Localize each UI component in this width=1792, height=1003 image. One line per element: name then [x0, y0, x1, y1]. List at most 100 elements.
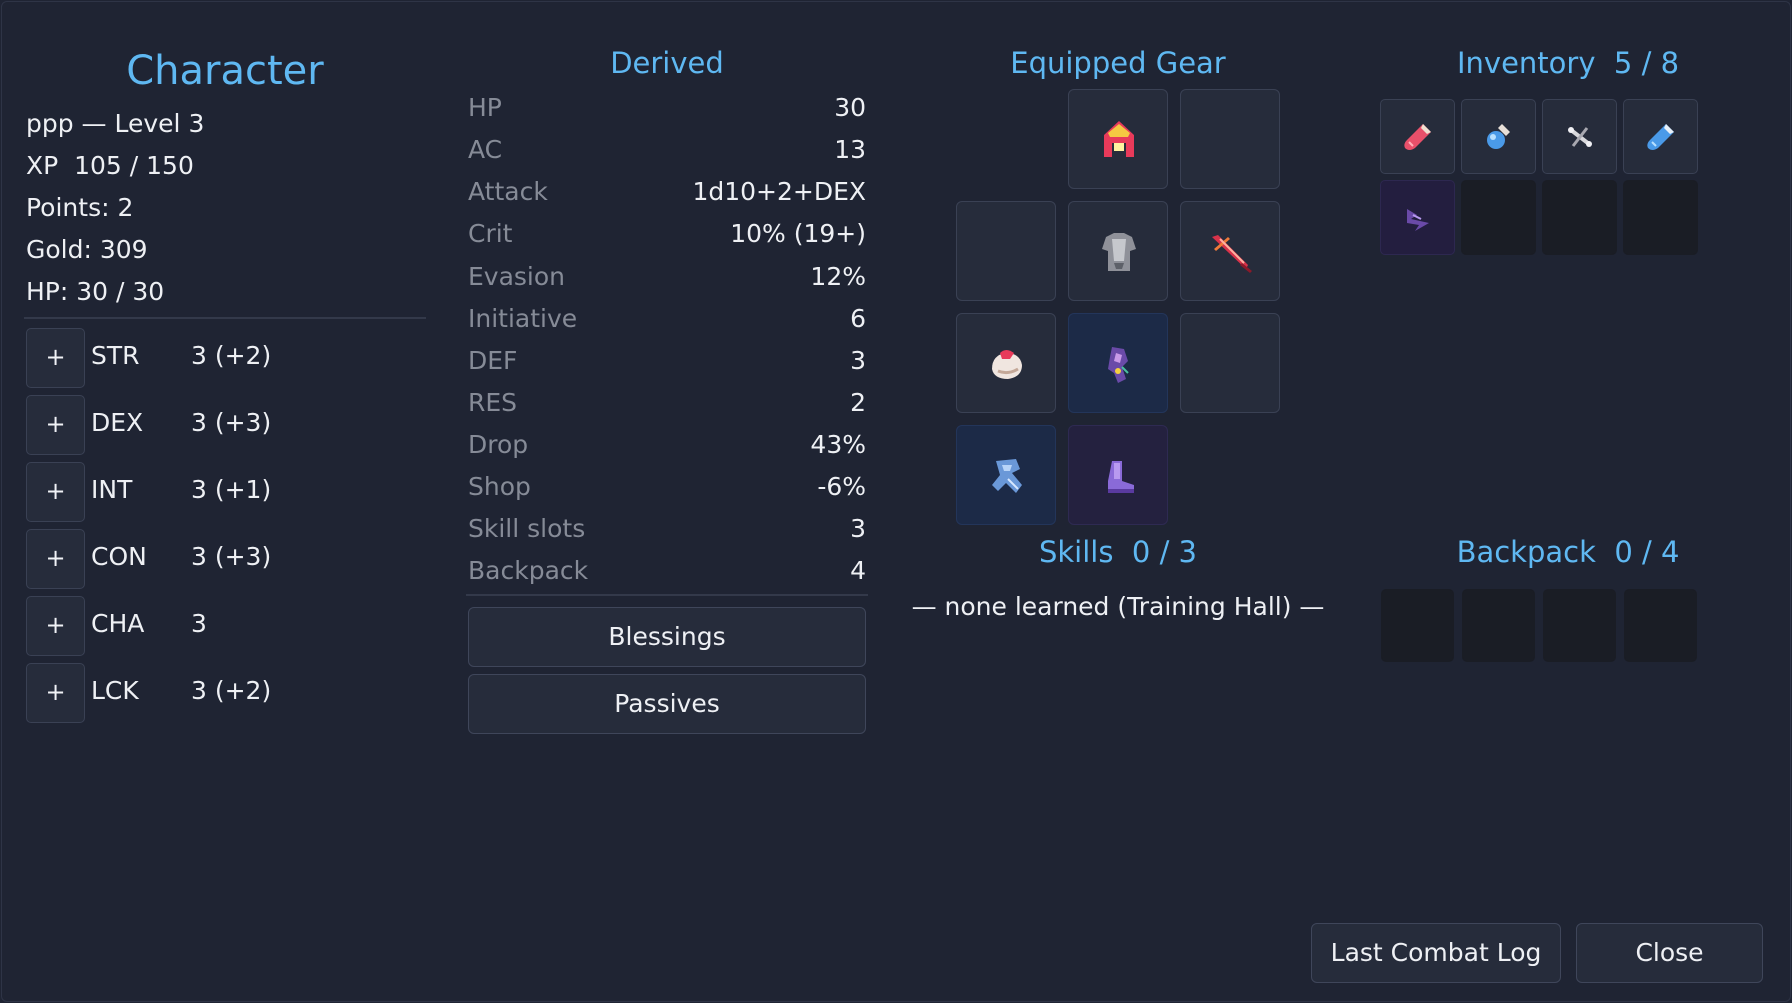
- inventory-slot[interactable]: [1542, 99, 1617, 174]
- derived-label: DEF: [468, 346, 518, 375]
- stat-value: 3 (+3): [191, 542, 272, 571]
- name-level: ppp — Level 3: [26, 109, 205, 138]
- gear-slot-empty[interactable]: [1180, 313, 1280, 413]
- derived-value: 1d10+2+DEX: [692, 177, 866, 206]
- gear-slot-empty[interactable]: [1180, 89, 1280, 189]
- gear-slot-chest[interactable]: [1068, 201, 1168, 301]
- increase-str-button[interactable]: +: [26, 328, 85, 388]
- stat-name: CON: [91, 542, 147, 571]
- derived-label: Backpack: [468, 556, 589, 585]
- gear-slot-amulet[interactable]: [1068, 313, 1168, 413]
- blessings-button[interactable]: Blessings: [468, 607, 866, 667]
- inventory-slot[interactable]: [1380, 180, 1455, 255]
- increase-int-button[interactable]: +: [26, 462, 85, 522]
- close-button[interactable]: Close: [1576, 923, 1763, 983]
- backpack-slot-empty[interactable]: [1624, 589, 1697, 662]
- increase-dex-button[interactable]: +: [26, 395, 85, 455]
- red-potion-icon: [1404, 124, 1431, 150]
- stat-row-str: + STR 3 (+2): [26, 328, 426, 388]
- gear-slot-weapon[interactable]: [1180, 201, 1280, 301]
- backpack-slot-empty[interactable]: [1462, 589, 1535, 662]
- shadow-claw-icon: [1407, 209, 1429, 231]
- derived-row-initiative: Initiative 6: [468, 304, 866, 340]
- increase-lck-button[interactable]: +: [26, 663, 85, 723]
- inventory-slot-empty[interactable]: [1542, 180, 1617, 255]
- inventory-slot[interactable]: [1623, 99, 1698, 174]
- gear-slot-boots[interactable]: [1068, 425, 1168, 525]
- stat-value: 3 (+1): [191, 475, 272, 504]
- derived-label: Drop: [468, 430, 529, 459]
- boots-icon: [1108, 461, 1134, 493]
- derived-row-shop: Shop -6%: [468, 472, 866, 508]
- stat-name: LCK: [91, 676, 139, 705]
- equipped-gear-title: Equipped Gear: [1010, 46, 1226, 80]
- gear-slot-empty[interactable]: [956, 201, 1056, 301]
- derived-row-ac: AC 13: [468, 135, 866, 171]
- derived-row-drop: Drop 43%: [468, 430, 866, 466]
- derived-row-hp: HP 30: [468, 93, 866, 129]
- derived-value: 6: [850, 304, 866, 333]
- stat-name: INT: [91, 475, 133, 504]
- stat-value: 3 (+2): [191, 341, 272, 370]
- derived-row-def: DEF 3: [468, 346, 866, 382]
- derived-value: 43%: [810, 430, 866, 459]
- derived-value: 10% (19+): [730, 219, 866, 248]
- stat-name: DEX: [91, 408, 144, 437]
- stat-value: 3 (+3): [191, 408, 272, 437]
- stat-value: 3 (+2): [191, 676, 272, 705]
- backpack-title: Backpack 0 / 4: [1456, 535, 1680, 569]
- mana-vial-icon: [1647, 124, 1674, 150]
- derived-label: RES: [468, 388, 518, 417]
- derived-label: Shop: [468, 472, 531, 501]
- chest-armor-icon: [1102, 233, 1136, 271]
- increase-cha-button[interactable]: +: [26, 596, 85, 656]
- stat-name: CHA: [91, 609, 145, 638]
- derived-label: Crit: [468, 219, 513, 248]
- skills-title: Skills 0 / 3: [1038, 535, 1198, 569]
- backpack-slot-empty[interactable]: [1543, 589, 1616, 662]
- inventory-slot[interactable]: [1380, 99, 1455, 174]
- sword-icon: [1212, 235, 1252, 273]
- stat-row-con: + CON 3 (+3): [26, 529, 426, 589]
- derived-value: -6%: [817, 472, 866, 501]
- points-readout: Points: 2: [26, 193, 134, 222]
- derived-row-evasion: Evasion 12%: [468, 262, 866, 298]
- derived-row-backpack: Backpack 4: [468, 556, 866, 592]
- stat-row-cha: + CHA 3: [26, 596, 426, 656]
- ring-icon: [992, 459, 1022, 493]
- derived-label: Attack: [468, 177, 548, 206]
- passives-button[interactable]: Passives: [468, 674, 866, 734]
- gear-slot-gloves[interactable]: [956, 313, 1056, 413]
- derived-row-crit: Crit 10% (19+): [468, 219, 866, 255]
- stat-row-dex: + DEX 3 (+3): [26, 395, 426, 455]
- gear-slot-helmet[interactable]: [1068, 89, 1168, 189]
- bone-icon: [1568, 127, 1592, 147]
- xp-readout: XP 105 / 150: [26, 151, 194, 180]
- character-divider: [24, 317, 426, 319]
- character-title: Character: [126, 48, 324, 94]
- stat-row-int: + INT 3 (+1): [26, 462, 426, 522]
- derived-value: 3: [850, 346, 866, 375]
- last-combat-log-button[interactable]: Last Combat Log: [1311, 923, 1561, 983]
- derived-label: HP: [468, 93, 502, 122]
- inventory-slot[interactable]: [1461, 99, 1536, 174]
- derived-value: 30: [834, 93, 866, 122]
- skills-empty-text: — none learned (Training Hall) —: [911, 592, 1325, 621]
- derived-row-skill-slots: Skill slots 3: [468, 514, 866, 550]
- derived-value: 12%: [810, 262, 866, 291]
- amulet-icon: [1108, 347, 1129, 383]
- derived-value: 3: [850, 514, 866, 543]
- increase-con-button[interactable]: +: [26, 529, 85, 589]
- inventory-slot-empty[interactable]: [1623, 180, 1698, 255]
- stat-row-lck: + LCK 3 (+2): [26, 663, 426, 723]
- derived-row-res: RES 2: [468, 388, 866, 424]
- gold-readout: Gold: 309: [26, 235, 148, 264]
- backpack-slot-empty[interactable]: [1381, 589, 1454, 662]
- gear-slot-ring[interactable]: [956, 425, 1056, 525]
- gloves-icon: [992, 350, 1022, 379]
- derived-divider: [466, 594, 868, 596]
- inventory-slot-empty[interactable]: [1461, 180, 1536, 255]
- derived-value: 2: [850, 388, 866, 417]
- stat-name: STR: [91, 341, 140, 370]
- derived-label: Skill slots: [468, 514, 586, 543]
